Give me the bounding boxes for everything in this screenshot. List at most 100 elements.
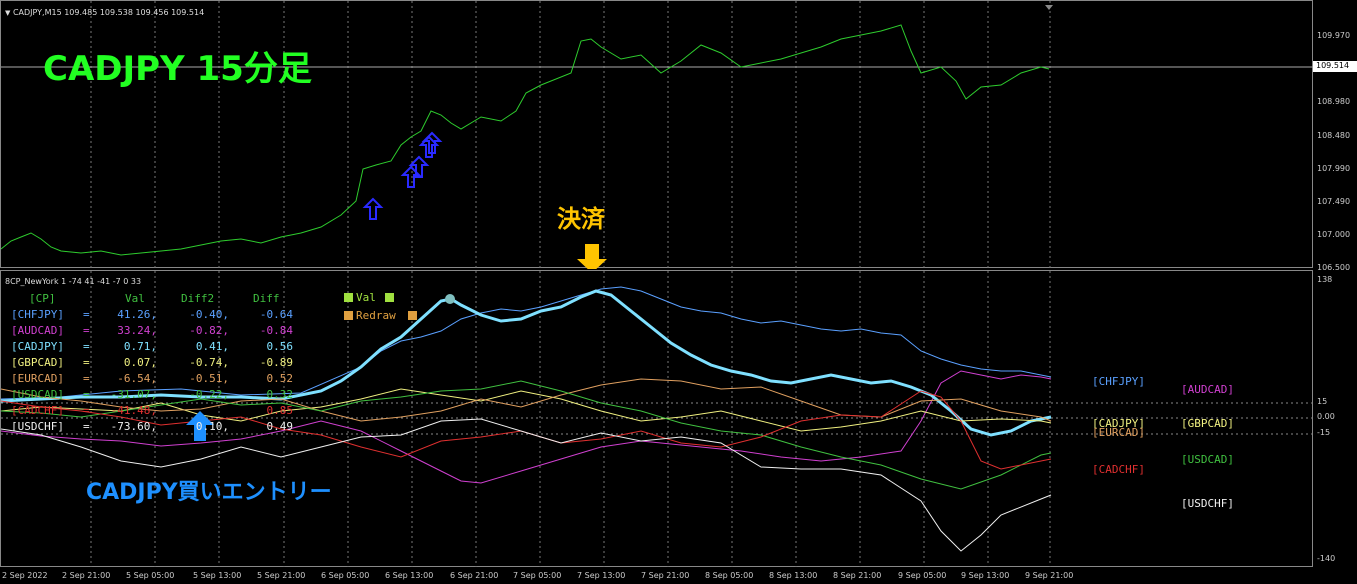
table-row: [USDCAD] = -31.07, -0.22, 0.32 <box>11 388 294 401</box>
peak-marker <box>445 294 455 304</box>
settle-arrow-icon <box>577 244 607 269</box>
col-val: Val <box>125 292 145 305</box>
redraw-legend-label: Redraw <box>356 309 396 322</box>
table-row: [GBPCAD] = 0.07, -0.74, -0.89 <box>11 356 293 369</box>
row-diff: 0.56 <box>266 340 294 353</box>
main-chart-header-text: CADJPY,M15 109.485 109.538 109.456 109.5… <box>12 8 205 17</box>
price-tick: 108.980 <box>1317 97 1351 106</box>
time-tick: 9 Sep 05:00 <box>898 571 947 580</box>
table-header-row: [CP] Val Diff2 Diff <box>11 291 280 307</box>
overlay-title: CADJPY 15分足 <box>43 49 312 89</box>
right-label-usdcad: [USDCAD] <box>1181 453 1234 466</box>
row-name: [USDCHF] <box>11 420 64 433</box>
row-name: [USDCAD] <box>11 388 64 401</box>
time-tick: 7 Sep 13:00 <box>577 571 626 580</box>
up-arrow-icon <box>362 197 384 220</box>
settle-annotation: 決済 <box>557 205 605 233</box>
row-val: -73.60, <box>110 420 157 433</box>
row-diff: -0.64 <box>259 308 293 321</box>
price-tick: 109.970 <box>1317 31 1351 40</box>
col-cp: [CP] <box>29 292 56 305</box>
time-tick: 8 Sep 13:00 <box>769 571 818 580</box>
row-diff: 0.49 <box>266 420 294 433</box>
price-tick: 107.490 <box>1317 197 1351 206</box>
row-val: 41.26, <box>117 308 157 321</box>
val-legend-swatch-2 <box>385 293 394 302</box>
row-name: [CADCHF] <box>11 404 64 417</box>
time-tick: 2 Sep 21:00 <box>62 571 111 580</box>
row-name: [CADJPY] <box>11 340 64 353</box>
row-val: 0.71, <box>123 340 157 353</box>
row-diff2: -0.22, <box>189 388 229 401</box>
price-axis[interactable]: 109.970 108.980 108.480 107.990 107.490 … <box>1313 0 1357 272</box>
price-tick: 107.990 <box>1317 164 1351 173</box>
time-tick: 8 Sep 21:00 <box>833 571 882 580</box>
table-row: [CADCHF] = -41.48, 0.85 <box>11 404 294 417</box>
row-diff: 0.85 <box>266 404 294 417</box>
time-tick: 2 Sep 2022 <box>2 571 48 580</box>
table-row: [AUDCAD] = 33.24, -0.82, -0.84 <box>11 324 293 337</box>
right-label-audcad: [AUDCAD] <box>1181 383 1234 396</box>
time-tick: 9 Sep 21:00 <box>1025 571 1074 580</box>
row-diff2: 0.41, <box>195 340 229 353</box>
right-label-eurcad: [EURCAD] <box>1092 426 1145 439</box>
indicator-tick: 15 <box>1317 397 1328 406</box>
indicator-tick: 0.00 <box>1317 412 1335 421</box>
row-diff: 0.52 <box>266 372 294 385</box>
buy-signal-arrows <box>362 131 443 220</box>
indicator-pane[interactable]: 8CP_NewYork 1 -74 41 -41 -7 0 33 [CP] Val… <box>0 270 1314 568</box>
time-tick: 5 Sep 13:00 <box>193 571 242 580</box>
current-price-tag: 109.514 <box>1313 61 1357 72</box>
row-diff2: -0.82, <box>189 324 229 337</box>
row-diff2: 0.10, <box>195 420 229 433</box>
indicator-table: [CP] Val Diff2 Diff <box>11 291 280 307</box>
time-axis[interactable]: 2 Sep 2022 2 Sep 21:00 5 Sep 05:00 5 Sep 13… <box>0 567 1357 584</box>
time-tick: 7 Sep 21:00 <box>641 571 690 580</box>
right-label-chfjpy: [CHFJPY] <box>1092 375 1145 388</box>
indicator-rows: [CHFJPY] = 41.26, -0.40, -0.64 [AUDCAD] = 33.… <box>11 307 293 435</box>
time-tick: 6 Sep 05:00 <box>321 571 370 580</box>
time-tick: 9 Sep 13:00 <box>961 571 1010 580</box>
col-diff2: Diff2 <box>181 292 215 305</box>
row-diff: -0.89 <box>259 356 293 369</box>
entry-annotation: CADJPY買いエントリー <box>86 480 332 505</box>
dropdown-triangle-icon[interactable]: ▼ <box>5 9 10 17</box>
table-row: [CHFJPY] = 41.26, -0.40, -0.64 <box>11 308 293 321</box>
val-legend-label: Val <box>356 291 376 304</box>
price-chart-pane[interactable]: ▼ CADJPY,M15 109.485 109.538 109.456 109… <box>0 0 1314 269</box>
row-diff2: -0.74, <box>189 356 229 369</box>
indicator-tick: 138 <box>1317 275 1333 284</box>
row-name: [AUDCAD] <box>11 324 64 337</box>
time-tick: 5 Sep 21:00 <box>257 571 306 580</box>
row-name: [GBPCAD] <box>11 356 64 369</box>
val-legend-swatch <box>344 293 353 302</box>
row-diff2: -0.40, <box>189 308 229 321</box>
time-tick: 7 Sep 05:00 <box>513 571 562 580</box>
col-diff: Diff <box>253 292 280 305</box>
indicator-tick: -15 <box>1317 428 1331 437</box>
row-val: 0.07, <box>123 356 157 369</box>
row-diff2: -0.51, <box>189 372 229 385</box>
time-tick: 6 Sep 21:00 <box>450 571 499 580</box>
indicator-tick: -140 <box>1317 554 1336 563</box>
redraw-legend-swatch-2 <box>408 311 417 320</box>
table-row: [USDCHF] = -73.60, 0.10, 0.49 <box>11 420 294 433</box>
table-row: [EURCAD] = -6.54, -0.51, 0.52 <box>11 372 294 385</box>
row-name: [CHFJPY] <box>11 308 64 321</box>
row-name: [EURCAD] <box>11 372 64 385</box>
table-row: [CADJPY] = 0.71, 0.41, 0.56 <box>11 340 294 353</box>
indicator-axis[interactable]: 138 15 0.00 -15 -140 <box>1313 270 1357 567</box>
time-tick: 5 Sep 05:00 <box>126 571 175 580</box>
time-tick: 6 Sep 13:00 <box>385 571 434 580</box>
price-tick: 108.480 <box>1317 131 1351 140</box>
chart-shift-marker-icon <box>1045 5 1053 10</box>
row-val: 33.24, <box>117 324 157 337</box>
indicator-header: 8CP_NewYork 1 -74 41 -41 -7 0 33 <box>5 277 142 286</box>
row-diff: -0.84 <box>259 324 293 337</box>
row-val: -6.54, <box>117 372 157 385</box>
right-label-cadchf: [CADCHF] <box>1092 463 1145 476</box>
row-diff: 0.32 <box>266 388 294 401</box>
time-tick: 8 Sep 05:00 <box>705 571 754 580</box>
price-tick: 107.000 <box>1317 230 1351 239</box>
redraw-legend-swatch <box>344 311 353 320</box>
